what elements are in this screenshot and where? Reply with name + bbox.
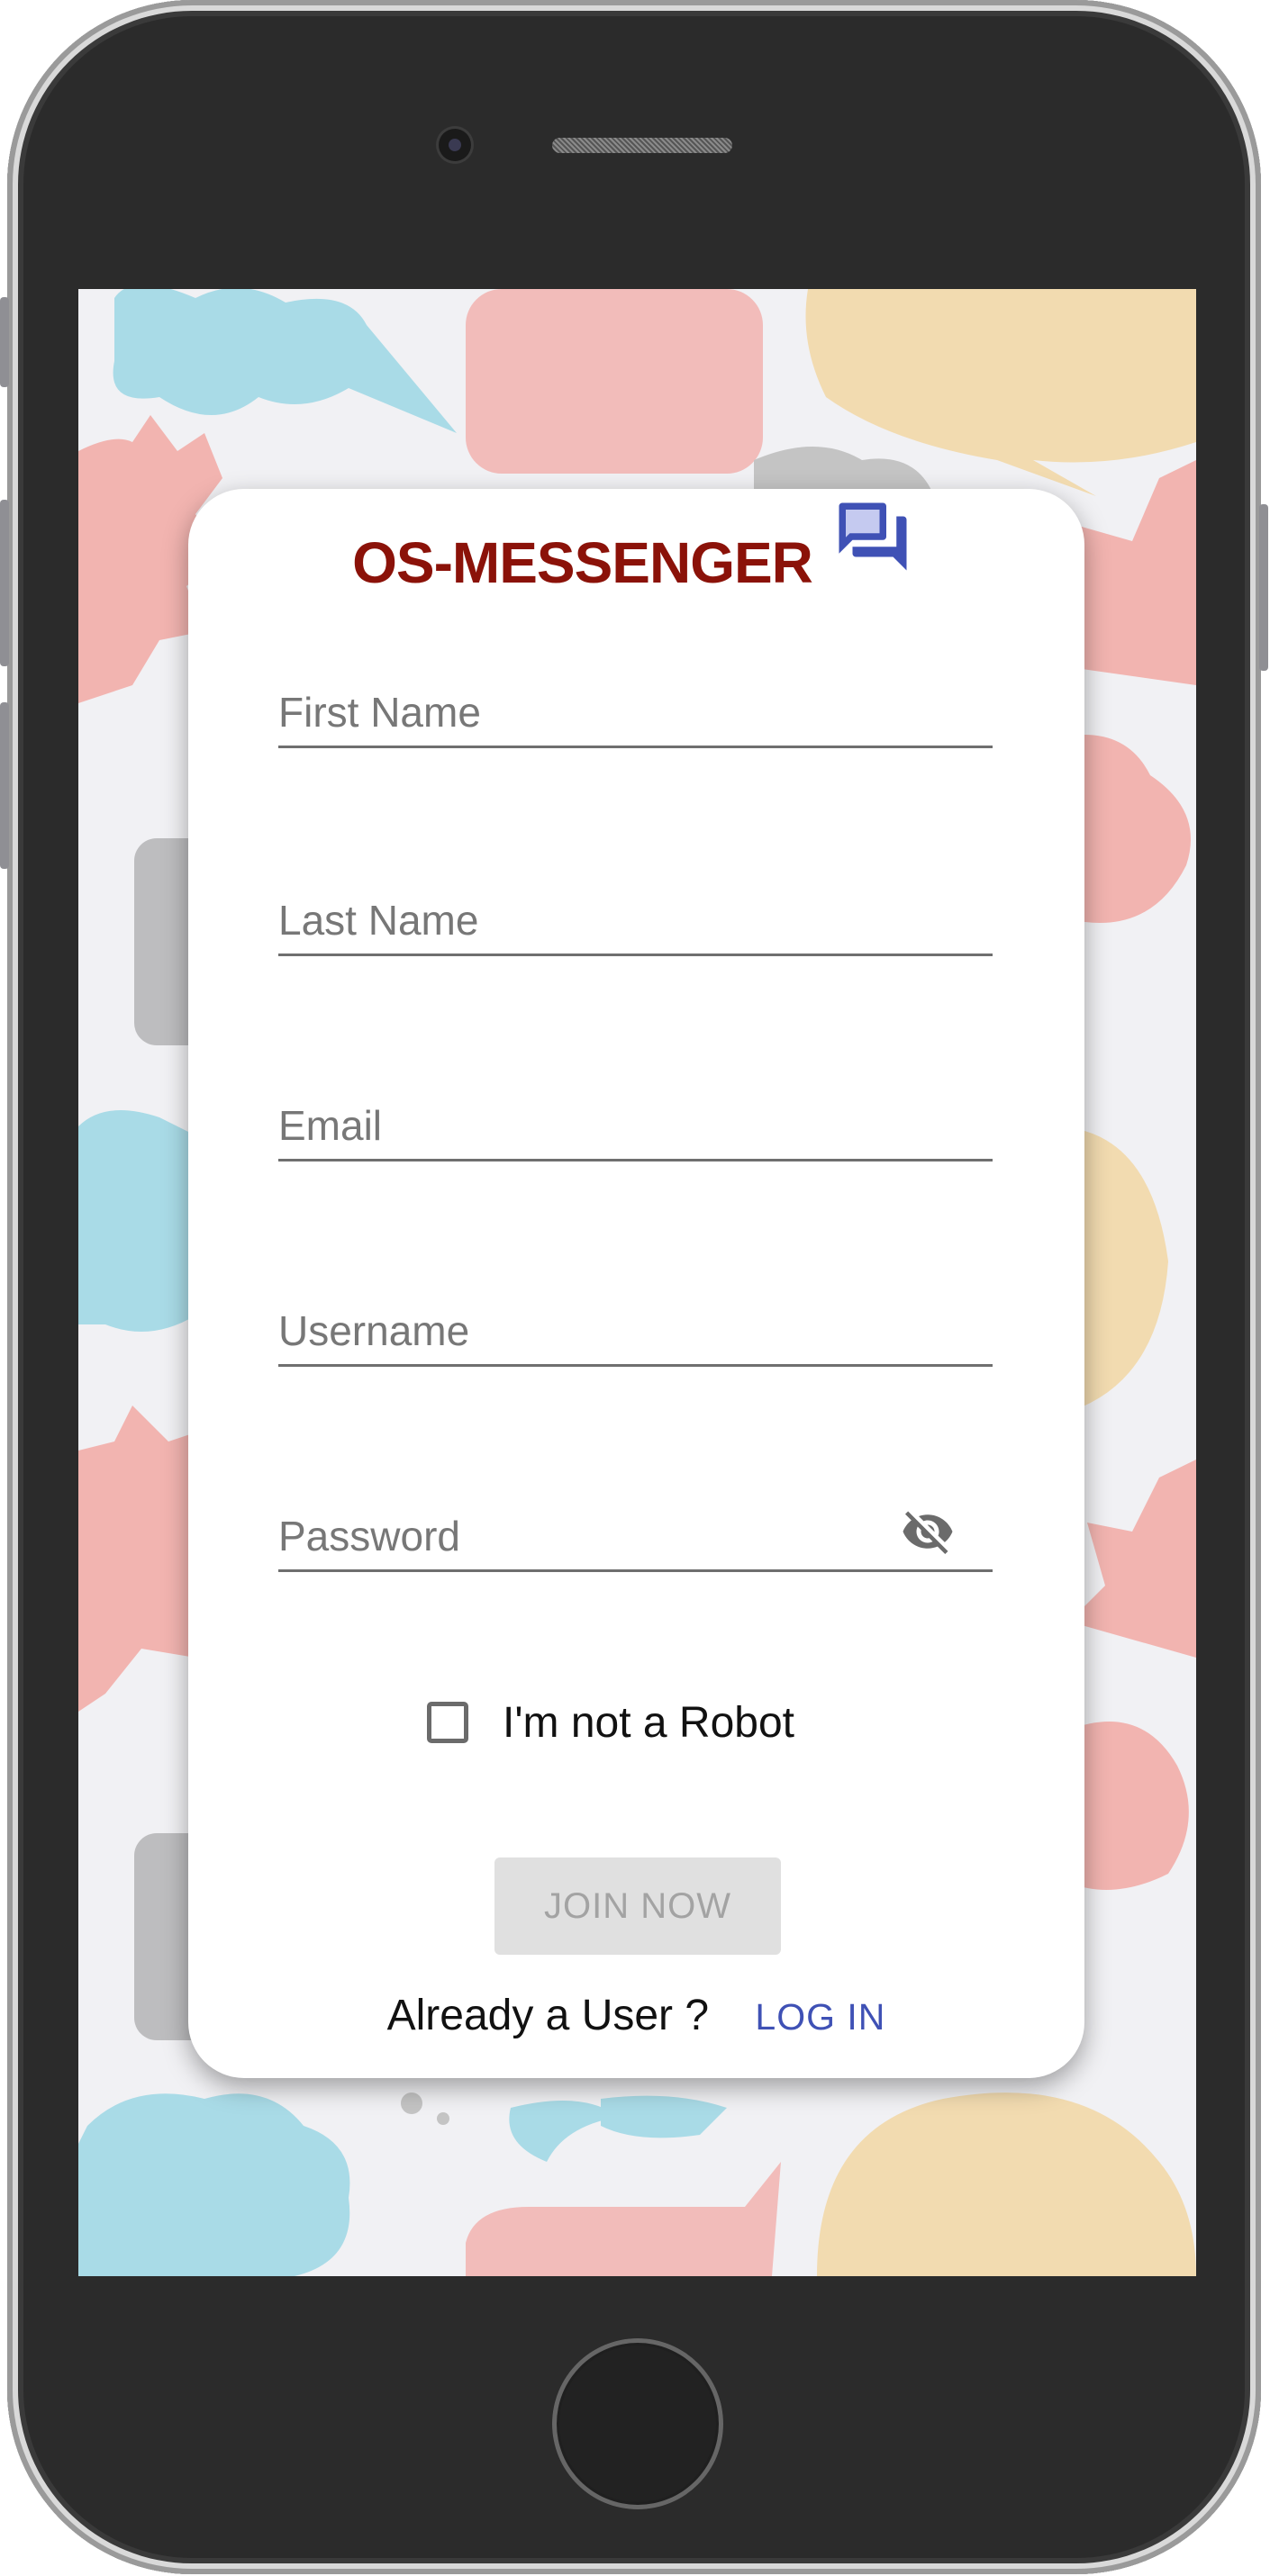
power-button [1259,504,1268,671]
volume-down-button [0,702,9,869]
mute-switch [0,297,9,387]
earpiece-speaker [552,138,732,153]
app-header: OS-MESSENGER [188,529,1084,596]
visibility-off-icon[interactable] [897,1505,958,1559]
robot-check[interactable]: I'm not a Robot [427,1695,794,1749]
login-prompt: Already a User ? LOG IN [188,1991,1084,2040]
login-link[interactable]: LOG IN [755,1996,885,2038]
app-screen: OS-MESSENGER First Name Last Name Email … [78,289,1196,2276]
first-name-input[interactable] [278,688,993,737]
password-input[interactable] [278,1512,993,1560]
username-field[interactable] [278,1306,993,1367]
signup-card: OS-MESSENGER First Name Last Name Email … [188,489,1084,2078]
password-field[interactable] [278,1511,993,1572]
join-now-button[interactable]: JOIN NOW [494,1857,781,1955]
home-button[interactable] [552,2338,723,2509]
robot-label: I'm not a Robot [503,1698,794,1747]
username-input[interactable] [278,1306,993,1355]
app-title: OS-MESSENGER [352,530,813,595]
volume-up-button [0,500,9,666]
front-camera [439,129,471,161]
forum-icon [839,502,907,571]
already-user-text: Already a User ? [386,1992,710,2039]
first-name-field[interactable] [278,688,993,748]
last-name-input[interactable] [278,896,993,945]
email-field[interactable] [278,1101,993,1161]
robot-checkbox[interactable] [427,1702,468,1743]
phone-frame: OS-MESSENGER First Name Last Name Email … [0,0,1268,2574]
email-input[interactable] [278,1101,993,1150]
last-name-field[interactable] [278,896,993,956]
